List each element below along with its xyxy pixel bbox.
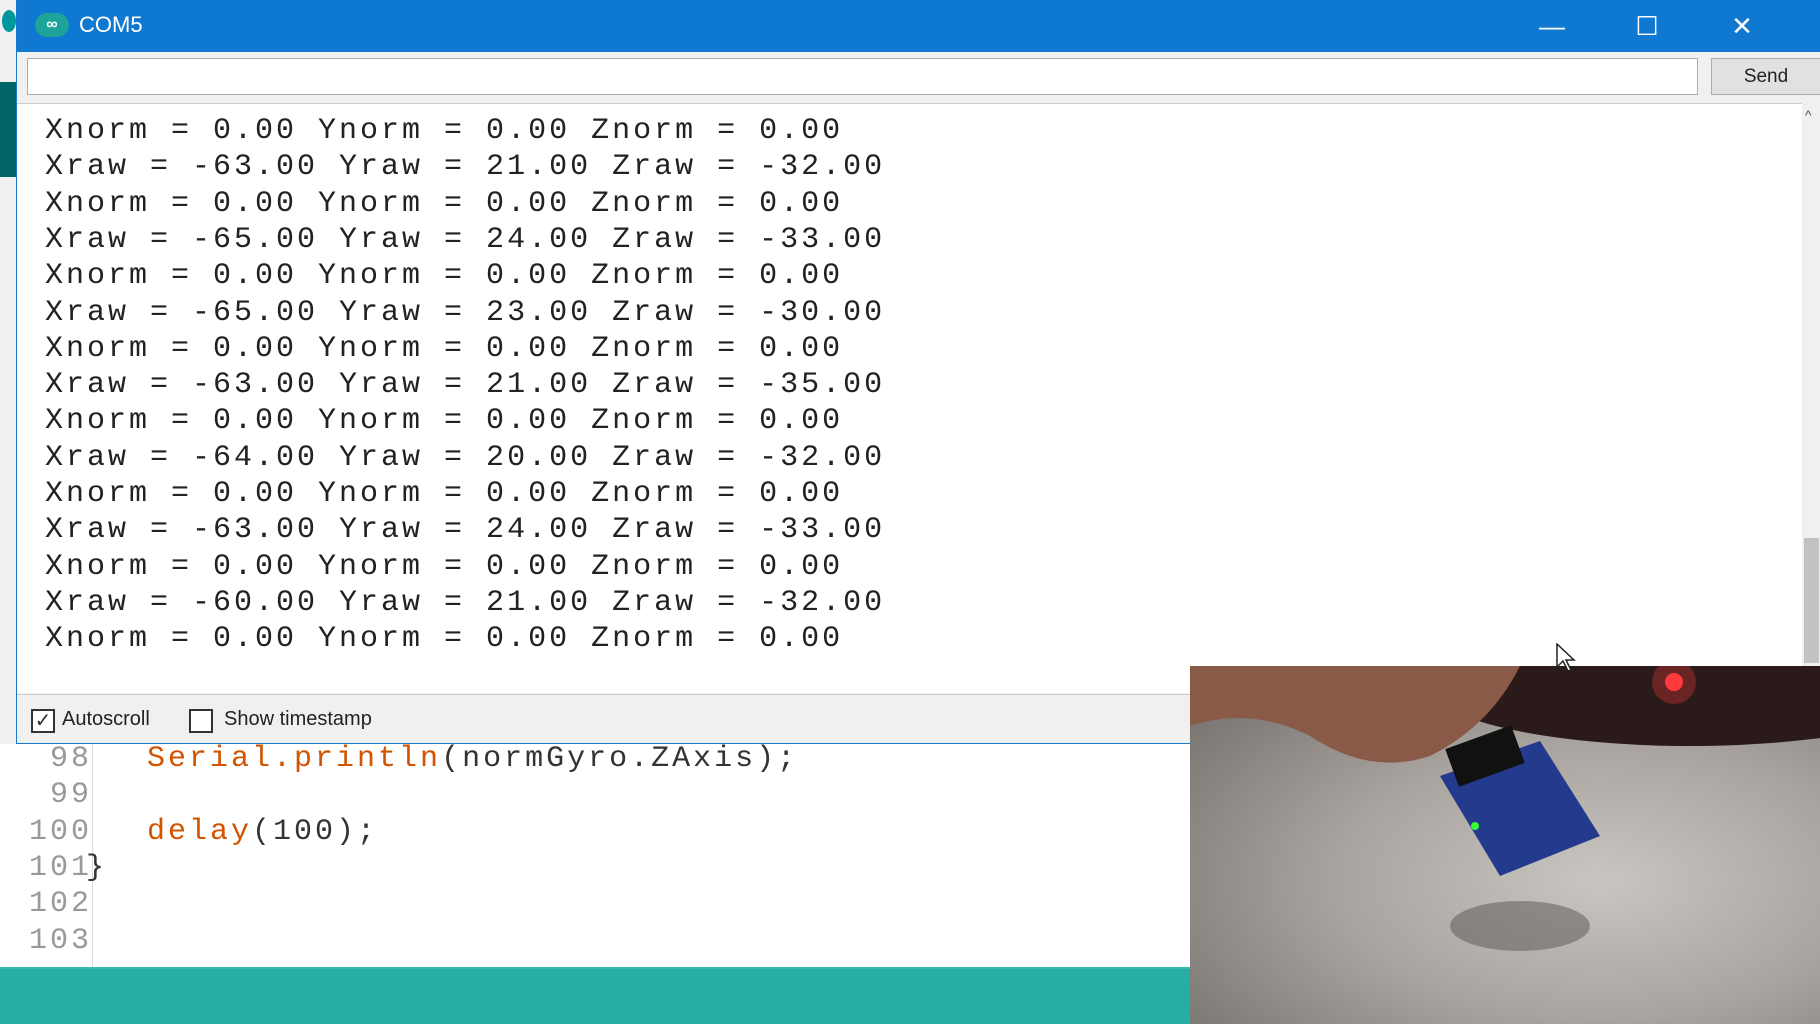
vertical-scrollbar[interactable]: ^ (1802, 103, 1820, 693)
indent (105, 815, 147, 849)
output-line: Xraw = -64.00 Yraw = 20.00 Zraw = -32.00 (45, 440, 885, 476)
code-keyword: delay (147, 815, 252, 849)
maximize-icon[interactable]: ☐ (1617, 0, 1677, 52)
code-keyword: Serial.println (147, 742, 441, 776)
code-text: } (86, 850, 107, 886)
output-line: Xnorm = 0.00 Ynorm = 0.00 Znorm = 0.00 (45, 258, 843, 294)
code-editor[interactable]: 98 Serial.println(normGyro.ZAxis);99100 … (0, 744, 1190, 967)
line-number: 101 (29, 850, 92, 886)
output-line: Xnorm = 0.00 Ynorm = 0.00 Znorm = 0.00 (45, 476, 843, 512)
title-bar[interactable]: ∞ COM5 — ☐ ✕ (17, 0, 1820, 52)
line-number: 102 (29, 886, 92, 922)
code-line: 103 (0, 923, 1190, 959)
line-number: 98 (50, 741, 92, 777)
output-line: Xraw = -63.00 Yraw = 24.00 Zraw = -33.00 (45, 512, 885, 548)
scrollbar-thumb[interactable] (1804, 538, 1819, 663)
send-button[interactable]: Send (1711, 58, 1820, 95)
serial-output[interactable]: Xnorm = 0.00 Ynorm = 0.00 Znorm = 0.00Xr… (17, 103, 1802, 693)
line-number: 100 (29, 814, 92, 850)
scroll-up-icon[interactable]: ^ (1805, 107, 1812, 123)
serial-monitor-window: ∞ COM5 — ☐ ✕ Send Xnorm = 0.00 Ynorm = 0… (16, 0, 1820, 744)
show-timestamp-label: Show timestamp (224, 708, 372, 731)
code-line: 98 Serial.println(normGyro.ZAxis); (0, 741, 1190, 777)
output-line: Xraw = -60.00 Yraw = 21.00 Zraw = -32.00 (45, 585, 885, 621)
code-line: 102 (0, 886, 1190, 922)
code-line: 99 (0, 777, 1190, 813)
output-line: Xraw = -65.00 Yraw = 24.00 Zraw = -33.00 (45, 222, 885, 258)
output-line: Xnorm = 0.00 Ynorm = 0.00 Znorm = 0.00 (45, 331, 843, 367)
show-timestamp-checkbox[interactable] (189, 709, 213, 733)
line-number: 99 (50, 777, 92, 813)
output-line: Xnorm = 0.00 Ynorm = 0.00 Znorm = 0.00 (45, 403, 843, 439)
video-overlay-photo (1190, 666, 1820, 1024)
autoscroll-label: Autoscroll (62, 708, 150, 731)
code-rest: } (86, 851, 107, 885)
arduino-logo-icon (2, 10, 16, 32)
window-title: COM5 (79, 12, 143, 38)
output-line: Xnorm = 0.00 Ynorm = 0.00 Znorm = 0.00 (45, 621, 843, 657)
output-line: Xraw = -63.00 Yraw = 21.00 Zraw = -35.00 (45, 367, 885, 403)
ide-toolbar (0, 82, 16, 177)
output-line: Xnorm = 0.00 Ynorm = 0.00 Znorm = 0.00 (45, 186, 843, 222)
sensor-board-photo (1190, 666, 1820, 1024)
ide-status-bar (0, 967, 1190, 1024)
serial-input[interactable] (27, 58, 1698, 95)
output-line: Xnorm = 0.00 Ynorm = 0.00 Znorm = 0.00 (45, 549, 843, 585)
line-number: 103 (29, 923, 92, 959)
output-line: Xraw = -65.00 Yraw = 23.00 Zraw = -30.00 (45, 295, 885, 331)
autoscroll-checkbox[interactable]: ✓ (31, 709, 55, 733)
code-rest: (100); (252, 815, 378, 849)
output-line: Xnorm = 0.00 Ynorm = 0.00 Znorm = 0.00 (45, 113, 843, 149)
close-icon[interactable]: ✕ (1712, 0, 1772, 52)
output-line: Xraw = -63.00 Yraw = 21.00 Zraw = -32.00 (45, 149, 885, 185)
code-line: 100 delay(100); (0, 814, 1190, 850)
ide-background (0, 0, 16, 760)
code-rest: (normGyro.ZAxis); (441, 742, 798, 776)
code-line: 101} (0, 850, 1190, 886)
code-text: delay(100); (105, 814, 378, 850)
indent (105, 742, 147, 776)
code-text: Serial.println(normGyro.ZAxis); (105, 741, 798, 777)
arduino-icon: ∞ (35, 13, 69, 37)
minimize-icon[interactable]: — (1522, 0, 1582, 52)
